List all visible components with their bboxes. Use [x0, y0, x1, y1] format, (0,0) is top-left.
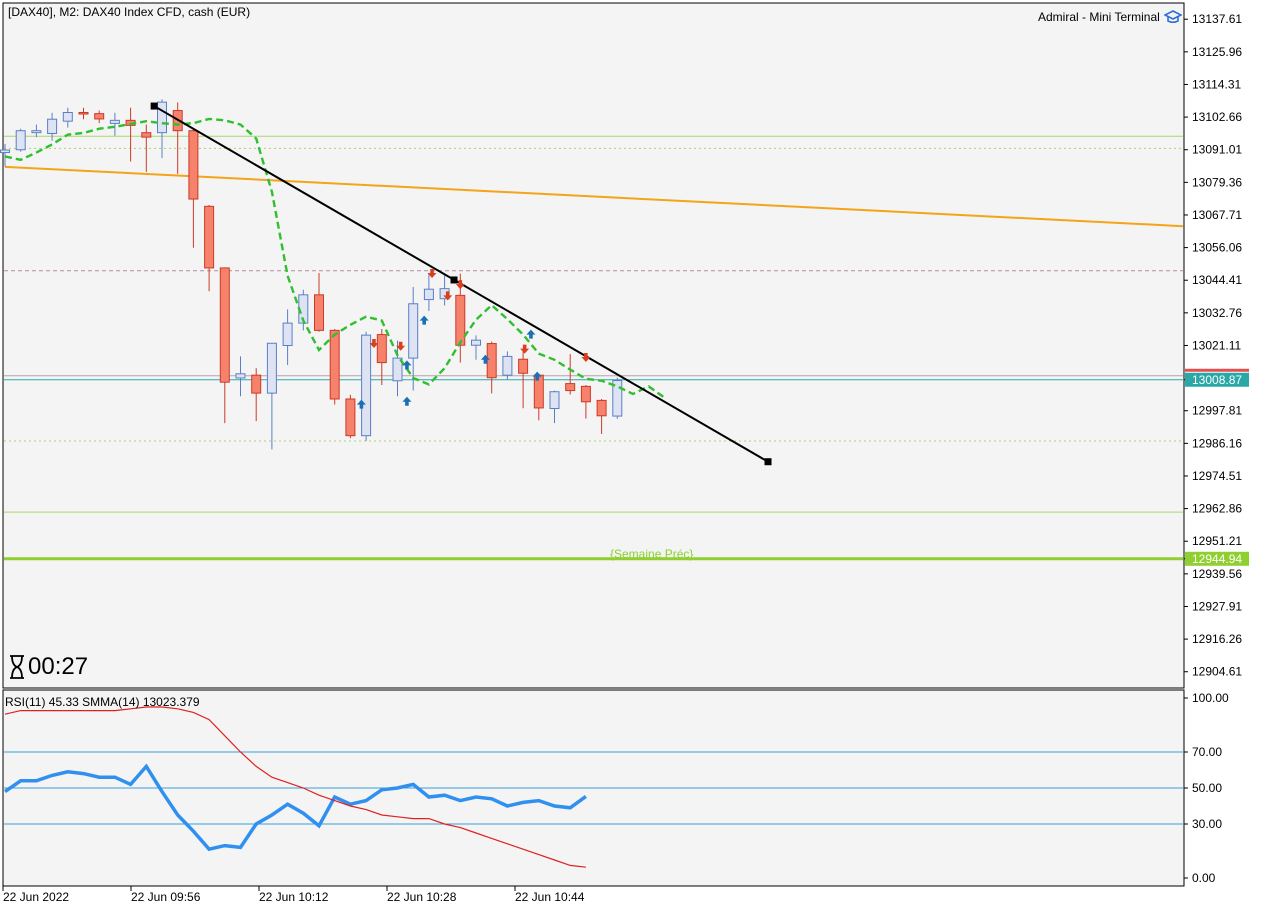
price-tick-label: 13056.06	[1192, 241, 1242, 255]
candle-body	[109, 119, 120, 124]
price-tick-label: 12962.86	[1192, 502, 1242, 516]
candle-body	[141, 132, 152, 138]
mini-terminal-text: Admiral - Mini Terminal	[1038, 10, 1160, 24]
price-axis: 13137.61 13125.96 13114.31 13102.66 13091.01…	[1184, 12, 1249, 679]
rsi-tick-label: 0.00	[1192, 871, 1216, 885]
candle-body	[62, 111, 73, 122]
price-tick-label: 12986.16	[1192, 436, 1242, 450]
bid-marker	[1185, 368, 1249, 372]
candle-body	[188, 130, 199, 200]
candle-body	[376, 334, 387, 364]
graduation-cap-icon	[1163, 10, 1182, 24]
rsi-tick-label: 100.00	[1192, 691, 1229, 705]
candle-body	[251, 374, 262, 394]
time-tick-label: 22 Jun 09:56	[131, 890, 201, 904]
price-tick-label: 12951.21	[1192, 534, 1242, 548]
bar-timer-value: 00:27	[28, 653, 89, 680]
time-tick-label: 22 Jun 10:28	[387, 890, 457, 904]
price-tick-label: 13102.66	[1192, 110, 1242, 124]
candle-body	[345, 398, 356, 437]
price-tick-label: 13079.36	[1192, 175, 1242, 189]
candle-body	[235, 373, 246, 379]
price-tick-label: 13125.96	[1192, 45, 1242, 59]
trend-line-anchor	[450, 276, 458, 284]
price-tick-label: 13091.01	[1192, 143, 1242, 157]
price-tick-label: 12939.56	[1192, 567, 1242, 581]
rsi-tick-label: 70.00	[1192, 745, 1222, 759]
candle-body	[204, 205, 215, 269]
candle-body	[518, 358, 529, 374]
candle-body	[219, 267, 230, 383]
rsi-tick-label: 50.00	[1192, 781, 1222, 795]
price-tick-label: 13008.87	[1192, 373, 1242, 387]
price-tick-label: 12974.51	[1192, 469, 1242, 483]
candle-body	[502, 355, 513, 376]
candle-body	[0, 149, 10, 154]
candle-body	[580, 385, 591, 403]
rsi-indicator-label: RSI(11) 45.33 SMMA(14) 13023.379	[5, 695, 200, 709]
candle-body	[314, 294, 324, 331]
trend-line-anchor	[764, 458, 772, 466]
hourglass-icon	[10, 655, 24, 679]
price-tick-label: 13067.71	[1192, 208, 1242, 222]
price-tick-label: 12904.61	[1192, 665, 1242, 679]
candle-body	[361, 334, 372, 437]
price-tick-label: 13021.11	[1192, 338, 1241, 352]
candle-body	[15, 130, 26, 151]
trend-line-anchor	[150, 102, 158, 110]
time-tick-label: 22 Jun 10:44	[515, 890, 585, 904]
candle-body	[549, 391, 560, 410]
rsi-tick-label: 30.00	[1192, 817, 1222, 831]
price-tick-label: 13114.31	[1192, 77, 1241, 91]
candle-body	[408, 303, 419, 359]
price-tick-label: 12916.26	[1192, 632, 1242, 646]
mini-terminal-label[interactable]: Admiral - Mini Terminal	[1038, 10, 1182, 24]
candle-body	[282, 322, 293, 346]
candle-body	[31, 130, 42, 134]
price-tick-label: 13137.61	[1192, 12, 1242, 26]
candle-body	[423, 288, 434, 301]
candle-body	[47, 118, 58, 135]
price-tick-label: 12997.81	[1192, 404, 1242, 418]
chart-canvas[interactable]: 13137.61 13125.96 13114.31 13102.66 13091.01…	[0, 0, 1263, 910]
chart-header-symbol: [DAX40], M2: DAX40 Index CFD, cash (EUR)	[8, 5, 251, 19]
candle-body	[266, 342, 277, 394]
candle-body	[596, 399, 607, 417]
time-tick-label: 22 Jun 2022	[3, 890, 69, 904]
price-tick-label: 12927.91	[1192, 599, 1242, 613]
candle-body	[471, 339, 481, 346]
bar-timer: 00:27	[8, 653, 88, 681]
price-tick-label: 13044.41	[1192, 273, 1242, 287]
main-plot-area[interactable]	[2, 2, 1185, 689]
candle-body	[94, 113, 105, 120]
candle-body	[455, 294, 466, 346]
candle-body	[486, 343, 497, 379]
time-tick-label: 22 Jun 10:12	[259, 890, 329, 904]
price-tick-label: 12944.94	[1192, 552, 1242, 566]
candle-body	[565, 383, 576, 392]
price-tick-label: 13032.76	[1192, 306, 1242, 320]
candle-body	[78, 111, 89, 115]
candle-body	[157, 101, 167, 134]
week-level-label: {Semaine Préc}	[610, 547, 693, 561]
candle-body	[329, 329, 340, 400]
